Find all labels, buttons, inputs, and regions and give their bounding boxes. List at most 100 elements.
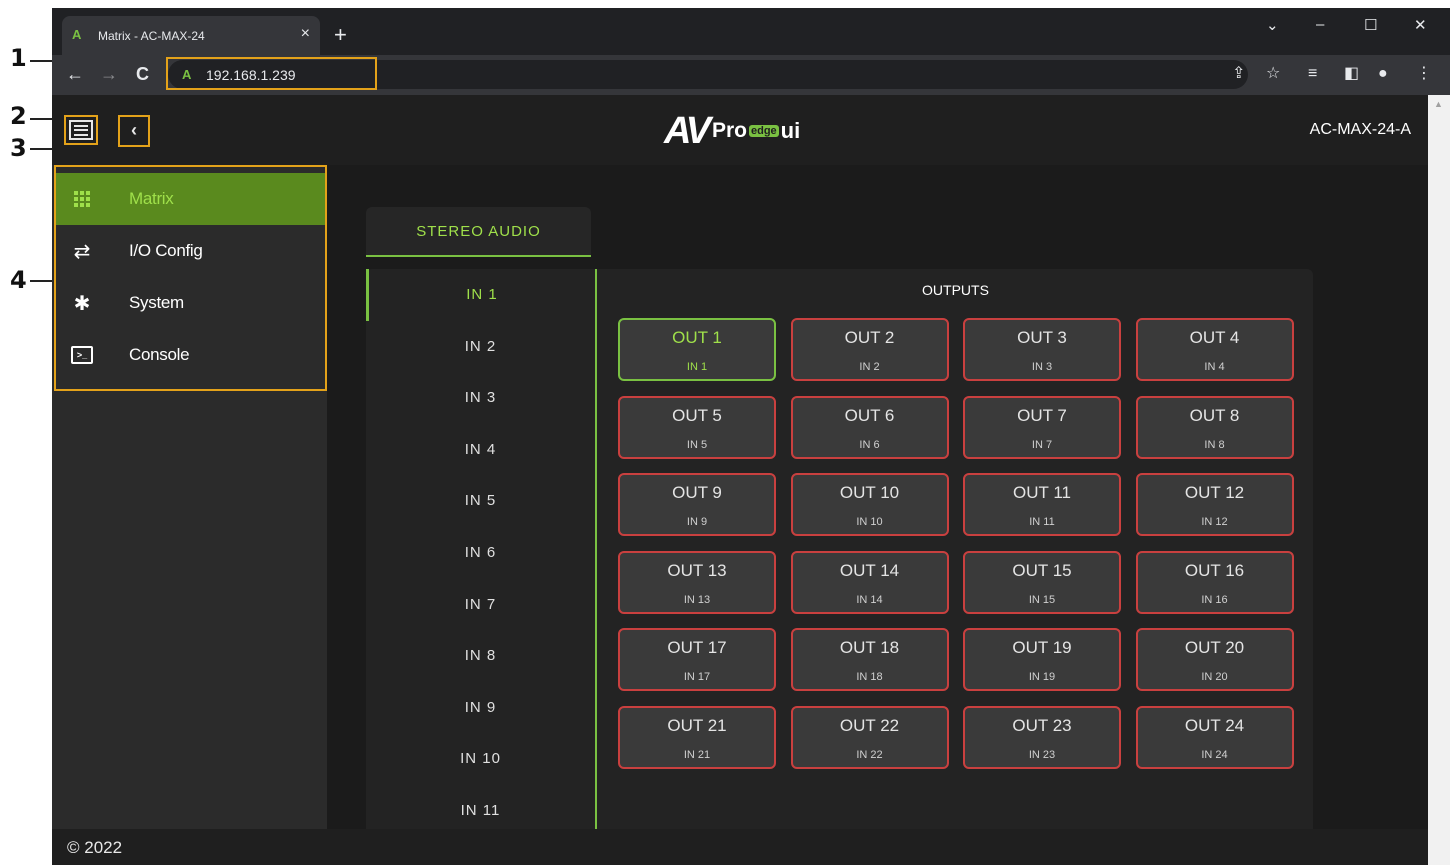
new-tab-button[interactable]: + xyxy=(334,24,347,46)
output-name: OUT 5 xyxy=(672,405,722,425)
output-source-label: IN 6 xyxy=(859,438,880,451)
input-item[interactable]: IN 9 xyxy=(366,682,595,734)
input-item[interactable]: IN 8 xyxy=(366,630,595,682)
output-source-label: IN 5 xyxy=(686,438,708,451)
output-name: OUT 16 xyxy=(1184,560,1245,580)
output-button[interactable]: OUT 21 IN 21 xyxy=(618,705,776,769)
output-button[interactable]: OUT 1 IN 1 xyxy=(618,318,776,381)
forward-arrow-icon[interactable]: → xyxy=(100,64,118,84)
output-name: OUT 20 xyxy=(1184,638,1245,657)
tab-close-icon[interactable]: × xyxy=(301,25,310,43)
output-button[interactable]: OUT 10 IN 10 xyxy=(790,473,949,536)
web-page: ‹ AV Pro edge ui AC-MAX-24-A Matrix ⇄ I/… xyxy=(52,95,1428,865)
device-name: AC-MAX-24-A xyxy=(1309,121,1411,138)
scroll-up-arrow-icon[interactable]: ▲ xyxy=(1434,99,1443,109)
output-button[interactable]: OUT 12 IN 12 xyxy=(1135,473,1294,536)
logo-edge: edge xyxy=(748,125,779,137)
app-footer: © 2022 xyxy=(52,829,1428,865)
back-arrow-icon[interactable]: ← xyxy=(66,64,84,84)
output-button[interactable]: OUT 4 IN 4 xyxy=(1135,318,1294,381)
hamburger-menu-button[interactable] xyxy=(64,115,98,145)
output-button[interactable]: OUT 22 IN 22 xyxy=(790,705,949,769)
output-source-label: IN 3 xyxy=(1031,361,1053,373)
input-item[interactable]: IN 4 xyxy=(366,424,595,476)
collapse-sidebar-button[interactable]: ‹ xyxy=(118,115,150,147)
output-name: OUT 8 xyxy=(1189,405,1240,425)
share-icon[interactable]: ⇪ xyxy=(1232,65,1245,83)
output-source-label: IN 17 xyxy=(683,671,711,683)
reading-list-icon[interactable]: ≡ xyxy=(1308,65,1317,83)
reload-icon[interactable]: C xyxy=(136,64,149,84)
logo-ui: ui xyxy=(780,118,801,143)
output-button[interactable]: OUT 15 IN 15 xyxy=(963,550,1121,614)
output-source-label: IN 21 xyxy=(683,748,711,761)
output-button[interactable]: OUT 2 IN 2 xyxy=(790,318,949,381)
browser-window: A Matrix - AC-MAX-24 × + ⌄ – ☐ ✕ ← → C A… xyxy=(52,8,1450,865)
output-button[interactable]: OUT 20 IN 20 xyxy=(1135,628,1294,691)
input-item[interactable]: IN 10 xyxy=(366,733,595,785)
callout-number-2: 2 xyxy=(10,102,27,130)
callout-line-4 xyxy=(30,280,54,282)
input-item[interactable]: IN 1 xyxy=(366,269,595,321)
output-button[interactable]: OUT 24 IN 24 xyxy=(1135,705,1294,769)
window-close-icon[interactable]: ✕ xyxy=(1414,16,1427,34)
output-name: OUT 22 xyxy=(839,715,900,735)
output-button[interactable]: OUT 16 IN 16 xyxy=(1135,550,1294,614)
output-name: OUT 10 xyxy=(839,483,900,502)
browser-menu-icon[interactable]: ⋮ xyxy=(1416,65,1432,83)
output-source-label: IN 23 xyxy=(1028,748,1056,761)
output-button[interactable]: OUT 3 IN 3 xyxy=(963,318,1121,381)
input-list[interactable]: IN 1 IN 2 IN 3 IN 4 IN 5 IN 6 IN 7 IN 8 IN 9 IN 1… xyxy=(366,269,597,829)
minimize-icon[interactable]: – xyxy=(1316,16,1324,33)
output-button[interactable]: OUT 5 IN 5 xyxy=(618,395,776,459)
callout-number-1: 1 xyxy=(10,44,27,72)
input-item[interactable]: IN 2 xyxy=(366,321,595,373)
browser-tab[interactable]: A Matrix - AC-MAX-24 × xyxy=(62,16,320,55)
output-name: OUT 11 xyxy=(1013,483,1071,502)
input-item[interactable]: IN 7 xyxy=(366,579,595,631)
tab-search-icon[interactable]: ⌄ xyxy=(1266,16,1279,34)
output-button[interactable]: OUT 18 IN 18 xyxy=(790,628,949,691)
output-name: OUT 12 xyxy=(1184,483,1245,502)
bookmark-star-icon[interactable]: ☆ xyxy=(1266,65,1280,83)
output-source-label: IN 14 xyxy=(856,593,883,606)
output-button[interactable]: OUT 11 IN 11 xyxy=(963,473,1121,536)
output-button[interactable]: OUT 23 IN 23 xyxy=(963,705,1121,769)
output-name: OUT 1 xyxy=(672,328,722,347)
output-name: OUT 18 xyxy=(839,638,900,657)
input-item[interactable]: IN 6 xyxy=(366,527,595,579)
output-button[interactable]: OUT 6 IN 6 xyxy=(790,395,949,459)
side-panel-icon[interactable]: ◧ xyxy=(1344,65,1359,83)
maximize-icon[interactable]: ☐ xyxy=(1364,16,1377,34)
tab-stereo-audio[interactable]: STEREO AUDIO xyxy=(366,207,591,257)
input-item[interactable]: IN 3 xyxy=(366,372,595,424)
output-button[interactable]: OUT 13 IN 13 xyxy=(618,550,776,614)
output-source-label: IN 11 xyxy=(1029,516,1055,528)
output-source-label: IN 9 xyxy=(686,516,708,528)
output-name: OUT 21 xyxy=(667,715,727,735)
profile-icon[interactable]: ● xyxy=(1378,65,1388,83)
page-scrollbar[interactable]: ▲ xyxy=(1428,95,1450,865)
output-button[interactable]: OUT 7 IN 7 xyxy=(963,395,1121,459)
output-name: OUT 23 xyxy=(1012,715,1072,735)
site-favicon-icon: A xyxy=(72,27,82,42)
avpro-edge-ui-logo: AV Pro edge ui xyxy=(664,109,801,152)
logo-av: AV xyxy=(664,109,711,152)
output-button[interactable]: OUT 17 IN 17 xyxy=(618,628,776,691)
output-name: OUT 15 xyxy=(1012,560,1072,580)
output-name: OUT 9 xyxy=(672,483,722,502)
output-button[interactable]: OUT 14 IN 14 xyxy=(790,550,949,614)
output-button[interactable]: OUT 9 IN 9 xyxy=(618,473,776,536)
output-source-label: IN 16 xyxy=(1201,593,1228,606)
input-item[interactable]: IN 11 xyxy=(366,785,595,829)
output-name: OUT 4 xyxy=(1189,328,1240,347)
output-button[interactable]: OUT 19 IN 19 xyxy=(963,628,1121,691)
output-source-label: IN 18 xyxy=(856,671,883,683)
input-item[interactable]: IN 5 xyxy=(366,475,595,527)
output-button[interactable]: OUT 8 IN 8 xyxy=(1135,395,1294,459)
output-name: OUT 13 xyxy=(667,560,727,580)
sidebar: Matrix ⇄ I/O Config ✱ System >_ Console xyxy=(52,165,327,829)
output-name: OUT 19 xyxy=(1012,638,1072,657)
output-source-label: IN 12 xyxy=(1201,516,1228,528)
tab-title: Matrix - AC-MAX-24 xyxy=(98,29,205,43)
